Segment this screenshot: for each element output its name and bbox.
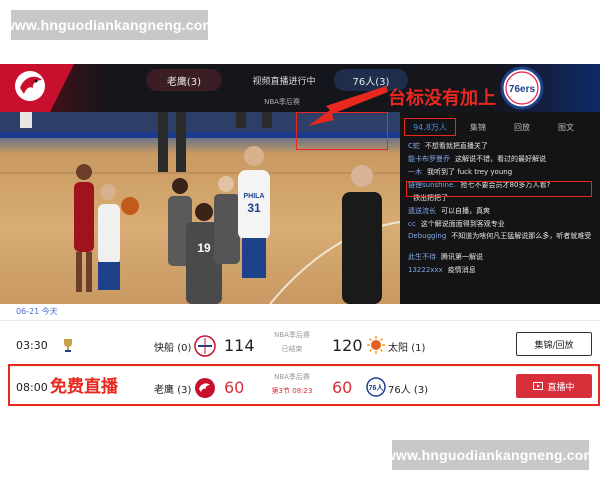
- chat-text: 不知道为啥何凡王猛解说那么多，听者就难受: [451, 232, 592, 240]
- home-team-name: 快船: [154, 343, 174, 354]
- tab-viewer-count[interactable]: 94.8万人: [404, 118, 456, 136]
- chat-message-list[interactable]: C蛇 不想看就把直播关了 能卡布罗曼乔 这解说不错，看过的最好解说 一木 我听到了 f…: [400, 140, 600, 277]
- chat-text: 我听到了 fuck trey young: [427, 168, 513, 176]
- chat-message: Debugging 不知道为啥何凡王猛解说那么多，听者就难受: [400, 231, 600, 251]
- game-time: 03:30: [16, 339, 48, 352]
- game-status: NBA季后赛 已结束: [264, 330, 320, 354]
- jersey-text: PHILA: [244, 193, 265, 200]
- chat-username: cc: [408, 220, 416, 228]
- chat-text: 这解说不错，看过的最好解说: [455, 155, 546, 163]
- annotation-arrow-icon: [308, 86, 388, 126]
- away-series-record: (1): [411, 343, 426, 354]
- video-player[interactable]: 老鹰(3) 视频直播进行中 76人(3) NBA季后赛 76ers 19 PHI…: [0, 64, 600, 304]
- away-team: 太阳 (1): [388, 339, 425, 354]
- sixers-logo-text: 76ers: [509, 84, 536, 95]
- watermark-bottom: www.hnguodiankangneng.com: [385, 440, 596, 470]
- divider: [0, 320, 600, 321]
- chat-message: C蛇 不想看就把直播关了: [400, 140, 600, 153]
- free-live-note: 免费直播: [50, 377, 118, 397]
- watermark-top: www.hnguodiankangneng.com: [4, 10, 215, 40]
- game-row[interactable]: 03:30 快船 (0) 114 NBA季后赛 已结束 120 太阳 (1) 集…: [0, 326, 600, 366]
- status-text: 已结束: [281, 345, 303, 353]
- player-jersey-number: 31: [247, 201, 261, 215]
- hawks-logo-icon: [0, 64, 74, 112]
- chat-username: 13222xxx: [408, 266, 443, 274]
- chat-message: 此生不待 腾讯第一解说: [400, 251, 600, 264]
- series-name: NBA季后赛: [274, 331, 310, 339]
- chat-message: 能卡布罗曼乔 这解说不错，看过的最好解说: [400, 153, 600, 166]
- clippers-logo-icon: [194, 335, 216, 357]
- trophy-icon: [64, 339, 72, 352]
- home-score: 114: [224, 336, 255, 355]
- chat-message: 13222xxx 疫情消息: [400, 264, 600, 277]
- home-series-record: (0): [177, 343, 192, 354]
- chat-username: C蛇: [408, 142, 420, 150]
- series-label: NBA季后赛: [264, 98, 300, 106]
- chat-panel: 94.8万人 集锦 回放 图文 C蛇 不想看就把直播关了 能卡布罗曼乔 这解说不错，…: [400, 112, 600, 304]
- chat-username: 能卡布罗曼乔: [408, 155, 450, 163]
- home-team: 快船 (0): [154, 339, 191, 354]
- tab-highlights[interactable]: 集锦: [456, 118, 500, 136]
- chat-text: 腾讯第一解说: [441, 253, 483, 261]
- suns-logo-icon: [367, 336, 385, 354]
- chat-annotation-box: [406, 181, 592, 197]
- chat-message: cc 这个解说面面得到客观专业: [400, 218, 600, 231]
- tab-text-live[interactable]: 图文: [544, 118, 588, 136]
- chat-username: Debugging: [408, 232, 447, 240]
- chat-message: 遗送流长 可以自播，真爽: [400, 205, 600, 218]
- missing-logo-note: 台标没有加上: [388, 88, 496, 109]
- date-value: 06-21: [16, 307, 40, 316]
- day-label: 今天: [41, 307, 58, 316]
- chat-text: 可以自播，真爽: [441, 207, 490, 215]
- sixers-logo-icon: 76ers: [500, 66, 544, 110]
- referee-jersey-number: 19: [197, 241, 211, 255]
- highlights-replay-button[interactable]: 集锦/回放: [516, 332, 592, 356]
- tab-replay[interactable]: 回放: [500, 118, 544, 136]
- away-team-name: 太阳: [388, 343, 408, 354]
- schedule-date: 06-21 今天: [16, 306, 58, 317]
- chat-text: 这个解说面面得到客观专业: [420, 220, 505, 228]
- chat-username: 此生不待: [408, 253, 436, 261]
- home-team-badge: 老鹰(3): [146, 69, 222, 91]
- chat-text: 不想看就把直播关了: [424, 142, 488, 150]
- chat-tabs: 94.8万人 集锦 回放 图文: [400, 118, 600, 136]
- chat-text: 疫情消息: [447, 266, 476, 274]
- chat-message: 一木 我听到了 fuck trey young: [400, 166, 600, 179]
- chat-username: 遗送流长: [408, 207, 436, 215]
- away-score: 120: [332, 336, 363, 355]
- chat-username: 一木: [408, 168, 422, 176]
